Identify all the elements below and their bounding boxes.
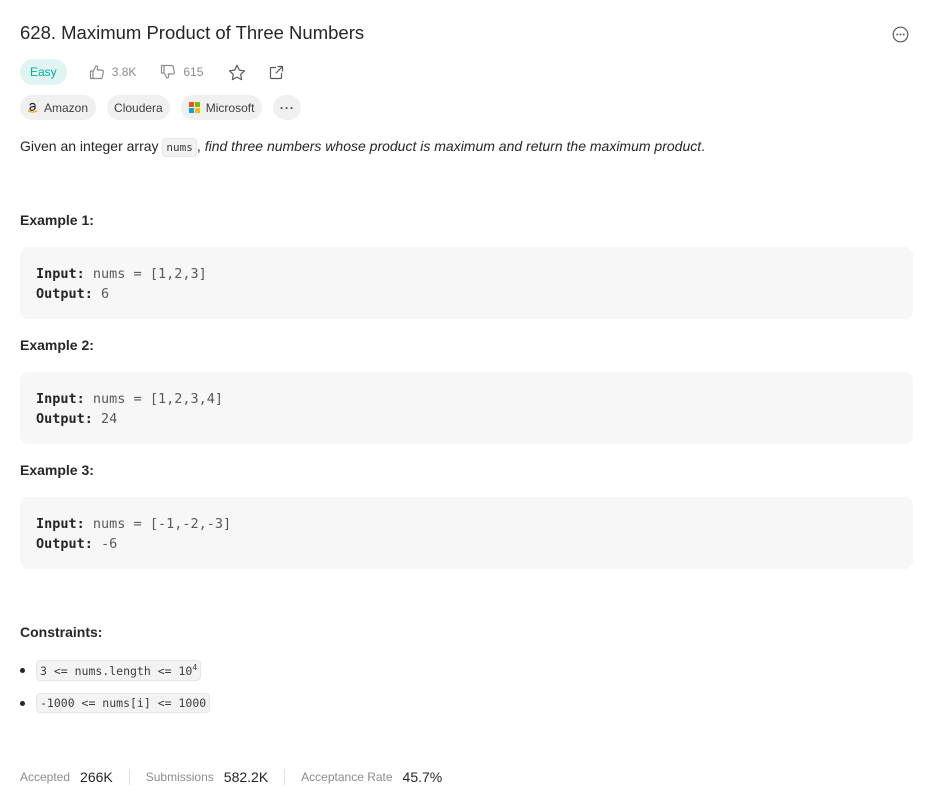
company-tags: Amazon Cloudera Microsoft ··· — [20, 95, 312, 120]
problem-title: 628. Maximum Product of Three Numbers — [20, 22, 365, 43]
example-3-input: nums = [-1,-2,-3] — [92, 516, 232, 532]
example-1-output: 6 — [101, 286, 110, 302]
thumbs-down-icon — [161, 64, 176, 79]
constraint-code: -1000 <= nums[i] <= 1000 — [36, 693, 211, 713]
constraint-code: 3 <= nums.length <= 104 — [36, 660, 202, 681]
dislike-count: 615 — [183, 65, 204, 79]
example-3-output: -6 — [101, 536, 118, 552]
example-3-output-label: Output: — [36, 536, 93, 552]
share-button[interactable] — [268, 64, 285, 81]
tag-microsoft-label: Microsoft — [205, 100, 255, 115]
submissions-value: 582.2K — [223, 769, 269, 785]
tag-amazon-label: Amazon — [44, 100, 89, 115]
difficulty-badge: Easy — [20, 59, 67, 85]
amazon-logo — [28, 102, 38, 113]
example-2-title: Example 2: — [20, 337, 94, 353]
constraint-text: -1000 <= nums[i] <= 1000 — [40, 696, 207, 710]
favorite-button[interactable] — [228, 64, 246, 81]
problem-meta: Easy 3.8K 615 — [20, 59, 285, 85]
example-2-input: nums = [1,2,3,4] — [92, 391, 223, 407]
like-button[interactable]: 3.8K — [89, 64, 137, 80]
microsoft-logo — [188, 102, 200, 113]
accepted-value: 266K — [80, 769, 113, 785]
example-1-block: Input: nums = [1,2,3] Output: 6 — [20, 247, 913, 319]
bullet — [20, 668, 25, 673]
thumbs-up-icon — [89, 65, 104, 80]
accepted-label: Accepted — [20, 770, 71, 784]
divider — [284, 769, 286, 785]
tag-microsoft[interactable]: Microsoft — [180, 95, 263, 120]
example-2-output-label: Output: — [36, 411, 93, 427]
problem-description: Given an integer array nums, find three … — [20, 138, 706, 157]
submissions-label: Submissions — [145, 770, 214, 784]
example-3-title: Example 3: — [20, 462, 94, 478]
tag-amazon[interactable]: Amazon — [20, 95, 97, 120]
constraints-title: Constraints: — [20, 624, 103, 640]
example-2-output: 24 — [101, 411, 118, 427]
share-icon — [270, 65, 284, 79]
dislike-button[interactable]: 615 — [160, 64, 203, 80]
description-separator: , — [196, 138, 205, 154]
example-1-output-label: Output: — [36, 286, 93, 302]
example-1-input-label: Input: — [36, 266, 85, 282]
bullet — [20, 700, 25, 706]
example-3-input-label: Input: — [36, 516, 85, 532]
constraint-text: 3 <= nums.length <= 10 — [40, 664, 193, 678]
star-icon — [229, 64, 246, 80]
acceptance-rate-value: 45.7% — [402, 769, 443, 785]
submission-stats: Accepted 266K Submissions 582.2K Accepta… — [20, 767, 442, 787]
more-options-icon[interactable] — [892, 26, 909, 43]
description-suffix: . — [701, 138, 706, 154]
tag-cloudera[interactable]: Cloudera — [107, 95, 170, 120]
example-1-title: Example 1: — [20, 212, 94, 228]
tag-cloudera-label: Cloudera — [114, 100, 163, 115]
example-1-input: nums = [1,2,3] — [92, 266, 207, 282]
description-emphasis: find three numbers whose product is maxi… — [204, 138, 702, 154]
description-code: nums — [162, 138, 197, 157]
constraint-item: -1000 <= nums[i] <= 1000 — [20, 693, 211, 713]
more-tags-button[interactable]: ··· — [273, 95, 302, 120]
description-text: Given an integer array — [20, 138, 163, 154]
divider — [128, 769, 130, 785]
like-count: 3.8K — [111, 65, 137, 79]
constraint-item: 3 <= nums.length <= 104 — [20, 660, 202, 681]
acceptance-rate-label: Acceptance Rate — [301, 770, 393, 784]
example-2-block: Input: nums = [1,2,3,4] Output: 24 — [20, 372, 913, 444]
example-2-input-label: Input: — [36, 391, 85, 407]
constraint-exponent: 4 — [192, 663, 198, 672]
example-3-block: Input: nums = [-1,-2,-3] Output: -6 — [20, 497, 913, 569]
